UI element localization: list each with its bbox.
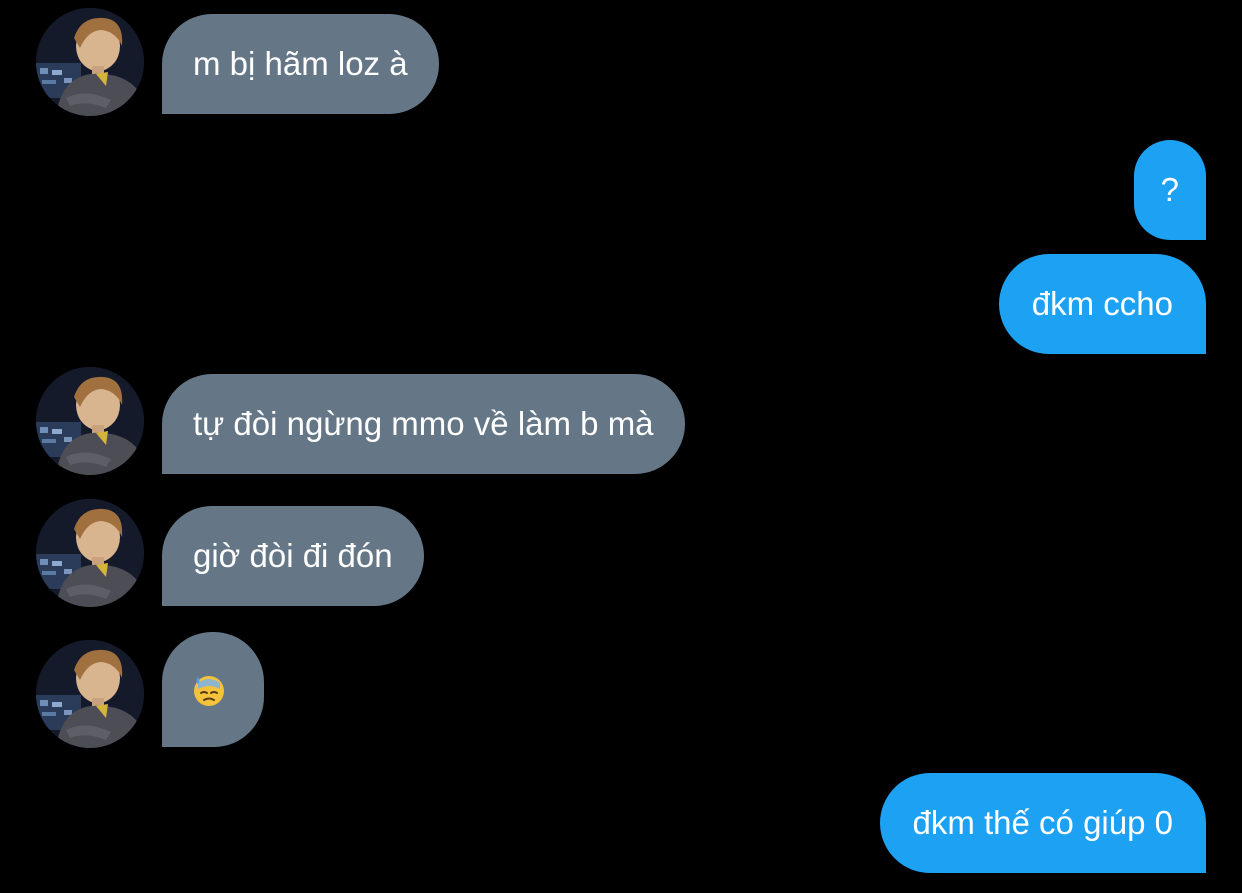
message-bubble-outgoing[interactable]: đkm ccho [998,254,1206,354]
message-text: đkm thế có giúp 0 [912,804,1174,841]
message-bubble-outgoing[interactable]: ? [1133,140,1206,240]
avatar[interactable] [36,499,144,607]
message-bubble-incoming[interactable]: tự đòi ngừng mmo về làm b mà [162,374,685,474]
message-text: ? [1160,171,1179,208]
message-text: đkm ccho [1031,285,1173,322]
avatar[interactable] [36,640,144,748]
message-text: m bị hãm loz à [193,45,408,82]
message-text: tự đòi ngừng mmo về làm b mà [193,405,654,442]
downcast-face-with-sweat-icon [192,673,226,707]
avatar[interactable] [36,367,144,475]
message-text: giờ đòi đi đón [193,537,393,574]
message-bubble-incoming[interactable]: giờ đòi đi đón [162,506,424,606]
message-bubble-incoming[interactable] [162,632,264,747]
message-bubble-incoming[interactable]: m bị hãm loz à [162,14,439,114]
avatar[interactable] [36,8,144,116]
message-bubble-outgoing[interactable]: đkm thế có giúp 0 [879,773,1206,873]
